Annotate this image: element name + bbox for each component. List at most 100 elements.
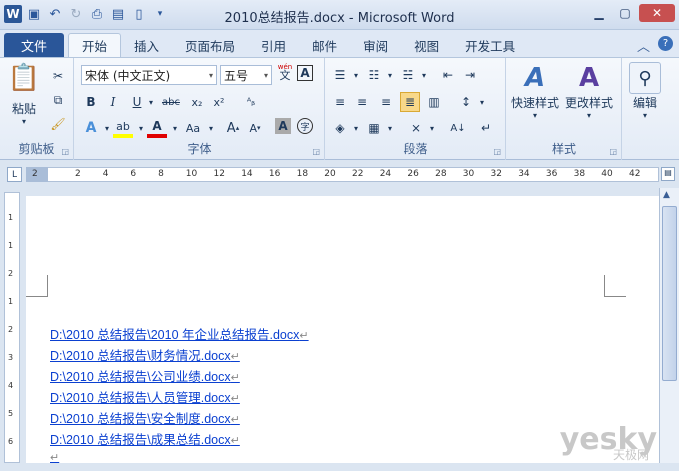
superscript-icon[interactable]: x² [209, 92, 229, 112]
ruler-number: 38 [573, 169, 586, 179]
align-right-icon[interactable]: ≡ [376, 92, 396, 112]
highlight-icon[interactable]: ab [113, 118, 133, 138]
ruler-number: 32 [490, 169, 502, 179]
copy-icon[interactable]: ⧉ [48, 90, 68, 110]
hyperlink-line[interactable]: D:\2010 总结报告\成果总结.docx↵ [50, 429, 309, 450]
ruler-number: 30 [462, 169, 475, 179]
minimize-icon[interactable]: ▁ [587, 4, 611, 22]
align-left-icon[interactable]: ≡ [330, 92, 350, 112]
cut-icon[interactable]: ✂ [48, 66, 68, 86]
shrink-font-icon[interactable]: A ▾ [245, 118, 265, 138]
styles-launcher-icon[interactable]: ◲ [609, 147, 617, 156]
paragraph-launcher-icon[interactable]: ◲ [493, 147, 501, 156]
ruler-number: 34 [518, 169, 530, 179]
binoculars-icon: ⚲ [629, 62, 661, 94]
distributed-icon[interactable]: ▥ [424, 92, 444, 112]
chinese-layout-dropdown-icon[interactable]: ▾ [422, 118, 442, 138]
minimize-ribbon-icon[interactable]: ︿ [637, 36, 650, 55]
vertical-ruler-number: 4 [8, 381, 14, 390]
sort-icon[interactable]: A↓ [448, 118, 468, 138]
tab-mailings[interactable]: 邮件 [299, 33, 350, 57]
character-shading-icon[interactable]: A [275, 118, 291, 134]
justify-icon[interactable]: ≣ [400, 92, 420, 112]
watermark-subtitle: 天极网 [612, 448, 649, 462]
tab-selector-icon[interactable]: L [7, 167, 22, 182]
clear-formatting-icon[interactable]: ᴬᵦ [241, 92, 261, 112]
tab-references[interactable]: 引用 [248, 33, 299, 57]
vertical-ruler: 1 1 2 1 2 3 4 5 6 [4, 192, 20, 463]
font-launcher-icon[interactable]: ◲ [312, 147, 320, 156]
hyperlink-line[interactable]: D:\2010 总结报告\公司业绩.docx↵ [50, 366, 309, 387]
font-color-icon[interactable]: A [147, 118, 167, 138]
paste-button[interactable]: 📋 粘贴 ▾ [8, 62, 40, 126]
scroll-up-icon[interactable]: ▲ [663, 190, 670, 200]
font-name-select[interactable]: 宋体 (中文正文) ▾ [81, 65, 217, 85]
close-icon[interactable]: ✕ [639, 4, 675, 22]
paragraph-group-label: 段落 [403, 142, 428, 156]
hyperlink-line[interactable]: D:\2010 总结报告\人员管理.docx↵ [50, 387, 309, 408]
ruler-number: 4 [102, 169, 109, 179]
enclose-characters-icon[interactable]: 字 [297, 118, 313, 134]
maximize-icon[interactable]: ▢ [613, 4, 637, 22]
align-center-icon[interactable]: ≡ [352, 92, 372, 112]
vertical-ruler-number: 3 [8, 353, 14, 362]
styles-group-label: 样式 [551, 142, 576, 156]
shading-dropdown-icon[interactable]: ▾ [346, 118, 366, 138]
hyperlink-line[interactable]: D:\2010 总结报告\财务情况.docx↵ [50, 345, 309, 366]
editing-button[interactable]: ⚲ 编辑 ▾ [629, 62, 661, 120]
ribbon-tab-bar: 文件 开始 插入 页面布局 引用 邮件 审阅 视图 开发工具 ︿ ? [0, 30, 679, 57]
document-body[interactable]: D:\2010 总结报告\2010 年企业总结报告.docx↵ D:\2010 … [50, 324, 309, 471]
multilevel-list-dropdown-icon[interactable]: ▾ [414, 65, 434, 85]
borders-dropdown-icon[interactable]: ▾ [380, 118, 400, 138]
tab-insert[interactable]: 插入 [121, 33, 172, 57]
tab-home[interactable]: 开始 [68, 33, 122, 57]
change-styles-button[interactable]: A 更改样式 ▾ [565, 62, 613, 120]
italic-icon[interactable]: I [103, 92, 123, 112]
quick-styles-icon: A [524, 63, 546, 93]
vertical-ruler-number: 5 [8, 409, 14, 418]
underline-dropdown-icon[interactable]: ▾ [141, 92, 161, 112]
change-case-icon[interactable]: Aa [183, 118, 203, 138]
ruler-number: 28 [435, 169, 447, 179]
format-painter-icon[interactable]: 🖌 [48, 114, 68, 134]
change-styles-icon: A [578, 63, 600, 93]
bullets-dropdown-icon[interactable]: ▾ [346, 65, 366, 85]
show-marks-icon[interactable]: ↵ [476, 118, 496, 138]
hyperlink-line[interactable]: D:\2010 总结报告\安全制度.docx↵ [50, 408, 309, 429]
grow-font-icon[interactable]: A ▴ [223, 118, 243, 138]
vertical-scrollbar[interactable]: ▲ [659, 188, 679, 463]
tab-page-layout[interactable]: 页面布局 [172, 33, 248, 57]
ruler-number: 24 [379, 169, 392, 179]
bold-icon[interactable]: B [81, 92, 101, 112]
change-case-dropdown-icon[interactable]: ▾ [201, 118, 221, 138]
empty-paragraph[interactable]: ↵ [50, 450, 309, 471]
phonetic-guide-icon[interactable]: wén 文 [275, 63, 295, 85]
decrease-indent-icon[interactable]: ⇤ [438, 65, 458, 85]
quick-styles-button[interactable]: A 快速样式 ▾ [511, 62, 559, 120]
line-spacing-dropdown-icon[interactable]: ▾ [472, 92, 492, 112]
font-color-dropdown-icon[interactable]: ▾ [165, 118, 185, 138]
hyperlink-line[interactable]: D:\2010 总结报告\2010 年企业总结报告.docx↵ [50, 324, 309, 345]
clipboard-launcher-icon[interactable]: ◲ [61, 147, 69, 156]
tab-file[interactable]: 文件 [4, 33, 64, 57]
strikethrough-icon[interactable]: abc [161, 92, 181, 112]
ruler-number: 12 [213, 169, 225, 179]
tab-developer[interactable]: 开发工具 [452, 33, 528, 57]
scroll-thumb[interactable] [662, 206, 677, 381]
character-border-icon[interactable]: A [297, 65, 313, 81]
subscript-icon[interactable]: x₂ [187, 92, 207, 112]
ruler-toggle-icon[interactable]: ▤ [661, 167, 675, 181]
ruler-number: 26 [407, 169, 419, 179]
increase-indent-icon[interactable]: ⇥ [460, 65, 480, 85]
numbering-dropdown-icon[interactable]: ▾ [380, 65, 400, 85]
help-icon[interactable]: ? [658, 36, 673, 51]
font-group: 宋体 (中文正文) ▾ 五号 ▾ wén 文 A B I U ▾ abc x₂ x² … [75, 58, 325, 160]
tab-view[interactable]: 视图 [401, 33, 452, 57]
margin-corner-right [604, 275, 626, 297]
tab-review[interactable]: 审阅 [350, 33, 401, 57]
vertical-ruler-number: 2 [8, 269, 14, 278]
ruler-number: 14 [241, 169, 253, 179]
vertical-ruler-number: 1 [8, 241, 14, 250]
font-size-select[interactable]: 五号 ▾ [220, 65, 272, 85]
ruler-bar[interactable] [26, 167, 659, 182]
